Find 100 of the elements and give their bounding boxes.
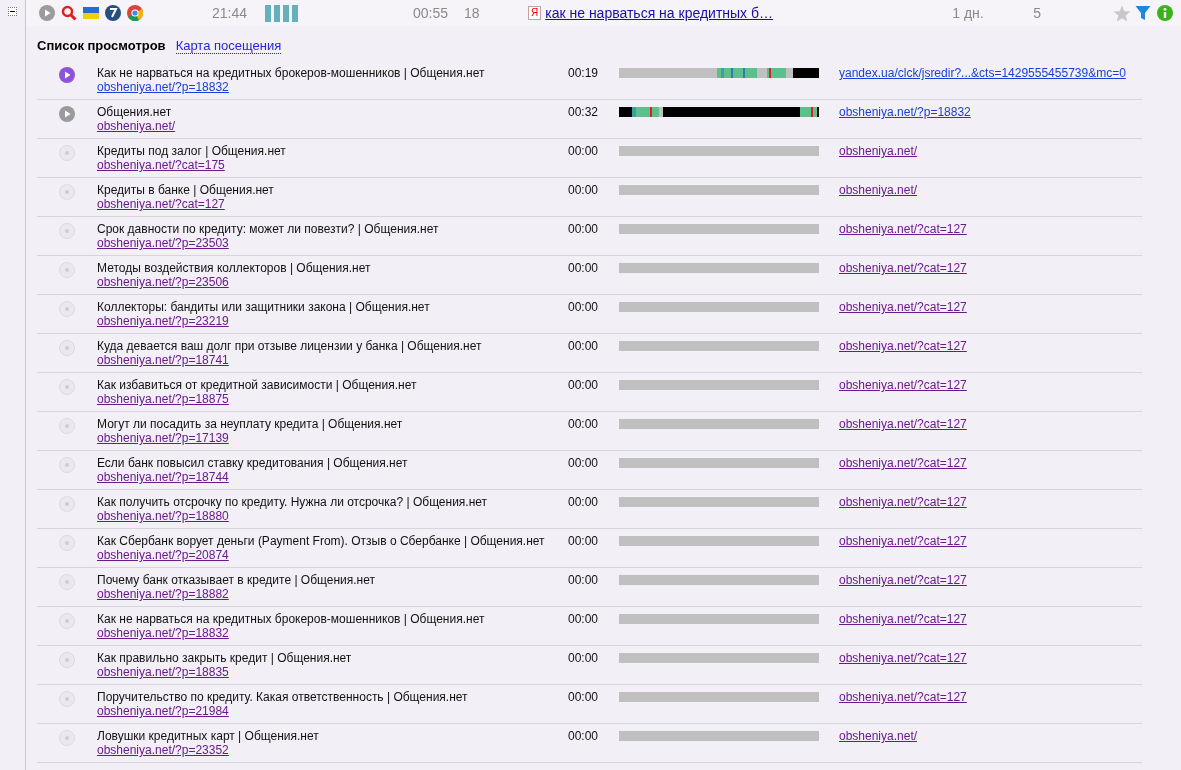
- referrer-link[interactable]: obsheniya.net/?cat=127: [839, 456, 967, 470]
- referrer-link[interactable]: obsheniya.net/?cat=127: [839, 534, 967, 548]
- page-link[interactable]: obsheniya.net/?p=18832: [97, 80, 229, 94]
- page-link[interactable]: obsheniya.net/: [97, 119, 176, 133]
- circle-icon[interactable]: [59, 691, 75, 707]
- referrer-link[interactable]: obsheniya.net/: [839, 183, 918, 197]
- time-on-page: 00:00: [568, 456, 600, 472]
- referrer-link[interactable]: obsheniya.net/?cat=127: [839, 417, 967, 431]
- circle-icon[interactable]: [59, 340, 75, 356]
- time-on-page: 00:00: [568, 183, 600, 199]
- referrer-link[interactable]: obsheniya.net/?p=18832: [839, 105, 971, 119]
- session-duration: 00:55: [413, 5, 450, 21]
- time-on-page: 00:00: [568, 534, 600, 550]
- circle-icon[interactable]: [59, 262, 75, 278]
- page-title: Как Сбербанк ворует деньги (Payment From). Отзыв о Сбербанке | Общения.нет: [97, 534, 546, 548]
- circle-icon[interactable]: [59, 457, 75, 473]
- page-link[interactable]: obsheniya.net/?p=20874: [97, 548, 229, 562]
- page-title: Общения.нет: [97, 105, 173, 119]
- circle-icon[interactable]: [59, 535, 75, 551]
- time-on-page: 00:00: [568, 222, 600, 238]
- referrer-link[interactable]: obsheniya.net/?cat=127: [839, 612, 967, 626]
- referrer-link[interactable]: obsheniya.net/?cat=127: [839, 651, 967, 665]
- circle-icon[interactable]: [59, 301, 75, 317]
- collapse-toggle[interactable]: [8, 7, 17, 16]
- time-on-page: 00:32: [568, 105, 600, 121]
- page-title: Коллекторы: бандиты или защитники закона | Общения.нет: [97, 300, 431, 314]
- tab[interactable]: Список просмотров: [37, 38, 166, 53]
- circle-icon[interactable]: [59, 574, 75, 590]
- referrer-link[interactable]: obsheniya.net/?cat=127: [839, 222, 967, 236]
- play-icon[interactable]: [59, 67, 75, 83]
- page-title: Как не нарваться на кредитных брокеров-мошенников | Общения.нет: [97, 612, 486, 626]
- time-on-page: 00:00: [568, 573, 600, 589]
- circle-icon[interactable]: [59, 145, 75, 161]
- circle-icon[interactable]: [59, 652, 75, 668]
- page-link[interactable]: obsheniya.net/?cat=127: [97, 197, 225, 211]
- page-title: Как правильно закрыть кредит | Общения.нет: [97, 651, 353, 665]
- info-icon[interactable]: [1157, 5, 1174, 21]
- referrer-link[interactable]: obsheniya.net/?cat=127: [839, 261, 967, 275]
- referrer-link[interactable]: obsheniya.net/?cat=127: [839, 495, 967, 509]
- circle-icon[interactable]: [59, 223, 75, 239]
- page-link[interactable]: obsheniya.net/?p=23503: [97, 236, 229, 250]
- page-link[interactable]: obsheniya.net/?p=18880: [97, 509, 229, 523]
- time-on-page: 00:00: [568, 651, 600, 667]
- referrer-link[interactable]: obsheniya.net/?cat=127: [839, 573, 967, 587]
- visit-count: 5: [1033, 5, 1043, 21]
- search-engine-badge: Я: [528, 6, 542, 20]
- time-on-page: 00:00: [568, 612, 600, 628]
- time-on-page: 00:00: [568, 339, 600, 355]
- page-link[interactable]: obsheniya.net/?p=18875: [97, 392, 229, 406]
- browser-logo-icon: [127, 5, 143, 21]
- play-icon[interactable]: [59, 106, 75, 122]
- time-on-page: 00:00: [568, 378, 600, 394]
- referrer-link[interactable]: obsheniya.net/?cat=127: [839, 300, 967, 314]
- circle-icon[interactable]: [59, 184, 75, 200]
- referrer-link[interactable]: obsheniya.net/: [839, 729, 918, 743]
- circle-icon[interactable]: [59, 613, 75, 629]
- page-link[interactable]: obsheniya.net/?p=23219: [97, 314, 229, 328]
- page-title: Поручительство по кредиту. Какая ответственность | Общения.нет: [97, 690, 469, 704]
- referrer-link[interactable]: yandex.ua/clck/jsredir?...&cts=1429555455739&mc=0: [839, 66, 1126, 80]
- flag-icon: [83, 7, 99, 19]
- play-icon[interactable]: [39, 5, 55, 21]
- search-icon[interactable]: [61, 5, 77, 21]
- time-on-page: 00:00: [568, 729, 600, 745]
- tab[interactable]: Карта посещения: [175, 38, 282, 54]
- page-link[interactable]: obsheniya.net/?p=18835: [97, 665, 229, 679]
- page-title: Могут ли посадить за неуплату кредита | Общения.нет: [97, 417, 404, 431]
- time-on-page: 00:00: [568, 690, 600, 706]
- page-link[interactable]: obsheniya.net/?p=23506: [97, 275, 229, 289]
- page-link[interactable]: obsheniya.net/?p=17139: [97, 431, 229, 445]
- filter-icon[interactable]: [1135, 5, 1152, 21]
- referrer-link[interactable]: obsheniya.net/?cat=127: [839, 378, 967, 392]
- referrer-link[interactable]: obsheniya.net/: [839, 144, 918, 158]
- circle-icon[interactable]: [59, 496, 75, 512]
- page-link[interactable]: obsheniya.net/?p=18741: [97, 353, 229, 367]
- page-title: Как получить отсрочку по кредиту. Нужна ли отсрочка? | Общения.нет: [97, 495, 489, 509]
- page-title: Куда девается ваш долг при отзыве лицензии у банка | Общения.нет: [97, 339, 483, 353]
- circle-icon[interactable]: [59, 379, 75, 395]
- star-icon[interactable]: [1113, 4, 1132, 22]
- page-title: Если банк повысил ставку кредитования | Общения.нет: [97, 456, 409, 470]
- referrer-link[interactable]: obsheniya.net/?cat=127: [839, 339, 967, 353]
- page-title: Почему банк отказывает в кредите | Общения.нет: [97, 573, 376, 587]
- circle-icon[interactable]: [59, 418, 75, 434]
- page-title: Ловушки кредитных карт | Общения.нет: [97, 729, 320, 743]
- session-age: 1 дн.: [952, 5, 985, 21]
- page-link[interactable]: obsheniya.net/?p=21984: [97, 704, 229, 718]
- referrer-link[interactable]: obsheniya.net/?cat=127: [839, 690, 967, 704]
- page-link[interactable]: obsheniya.net/?p=23352: [97, 743, 229, 757]
- source-link[interactable]: как не нарваться на кредитных б…: [545, 5, 953, 21]
- page-link[interactable]: obsheniya.net/?cat=175: [97, 158, 225, 172]
- page-link[interactable]: obsheniya.net/?p=18832: [97, 626, 229, 640]
- circle-icon[interactable]: [59, 730, 75, 746]
- time-on-page: 00:00: [568, 144, 600, 160]
- page-link[interactable]: obsheniya.net/?p=18882: [97, 587, 229, 601]
- page-title: Кредиты под залог | Общения.нет: [97, 144, 287, 158]
- page-link[interactable]: obsheniya.net/?p=18744: [97, 470, 229, 484]
- time-on-page: 00:00: [568, 417, 600, 433]
- view-count: 18: [463, 5, 481, 21]
- os-logo-icon: [105, 5, 121, 21]
- page-title: Как избавиться от кредитной зависимости | Общения.нет: [97, 378, 418, 392]
- page-title: Методы воздействия коллекторов | Общения.нет: [97, 261, 372, 275]
